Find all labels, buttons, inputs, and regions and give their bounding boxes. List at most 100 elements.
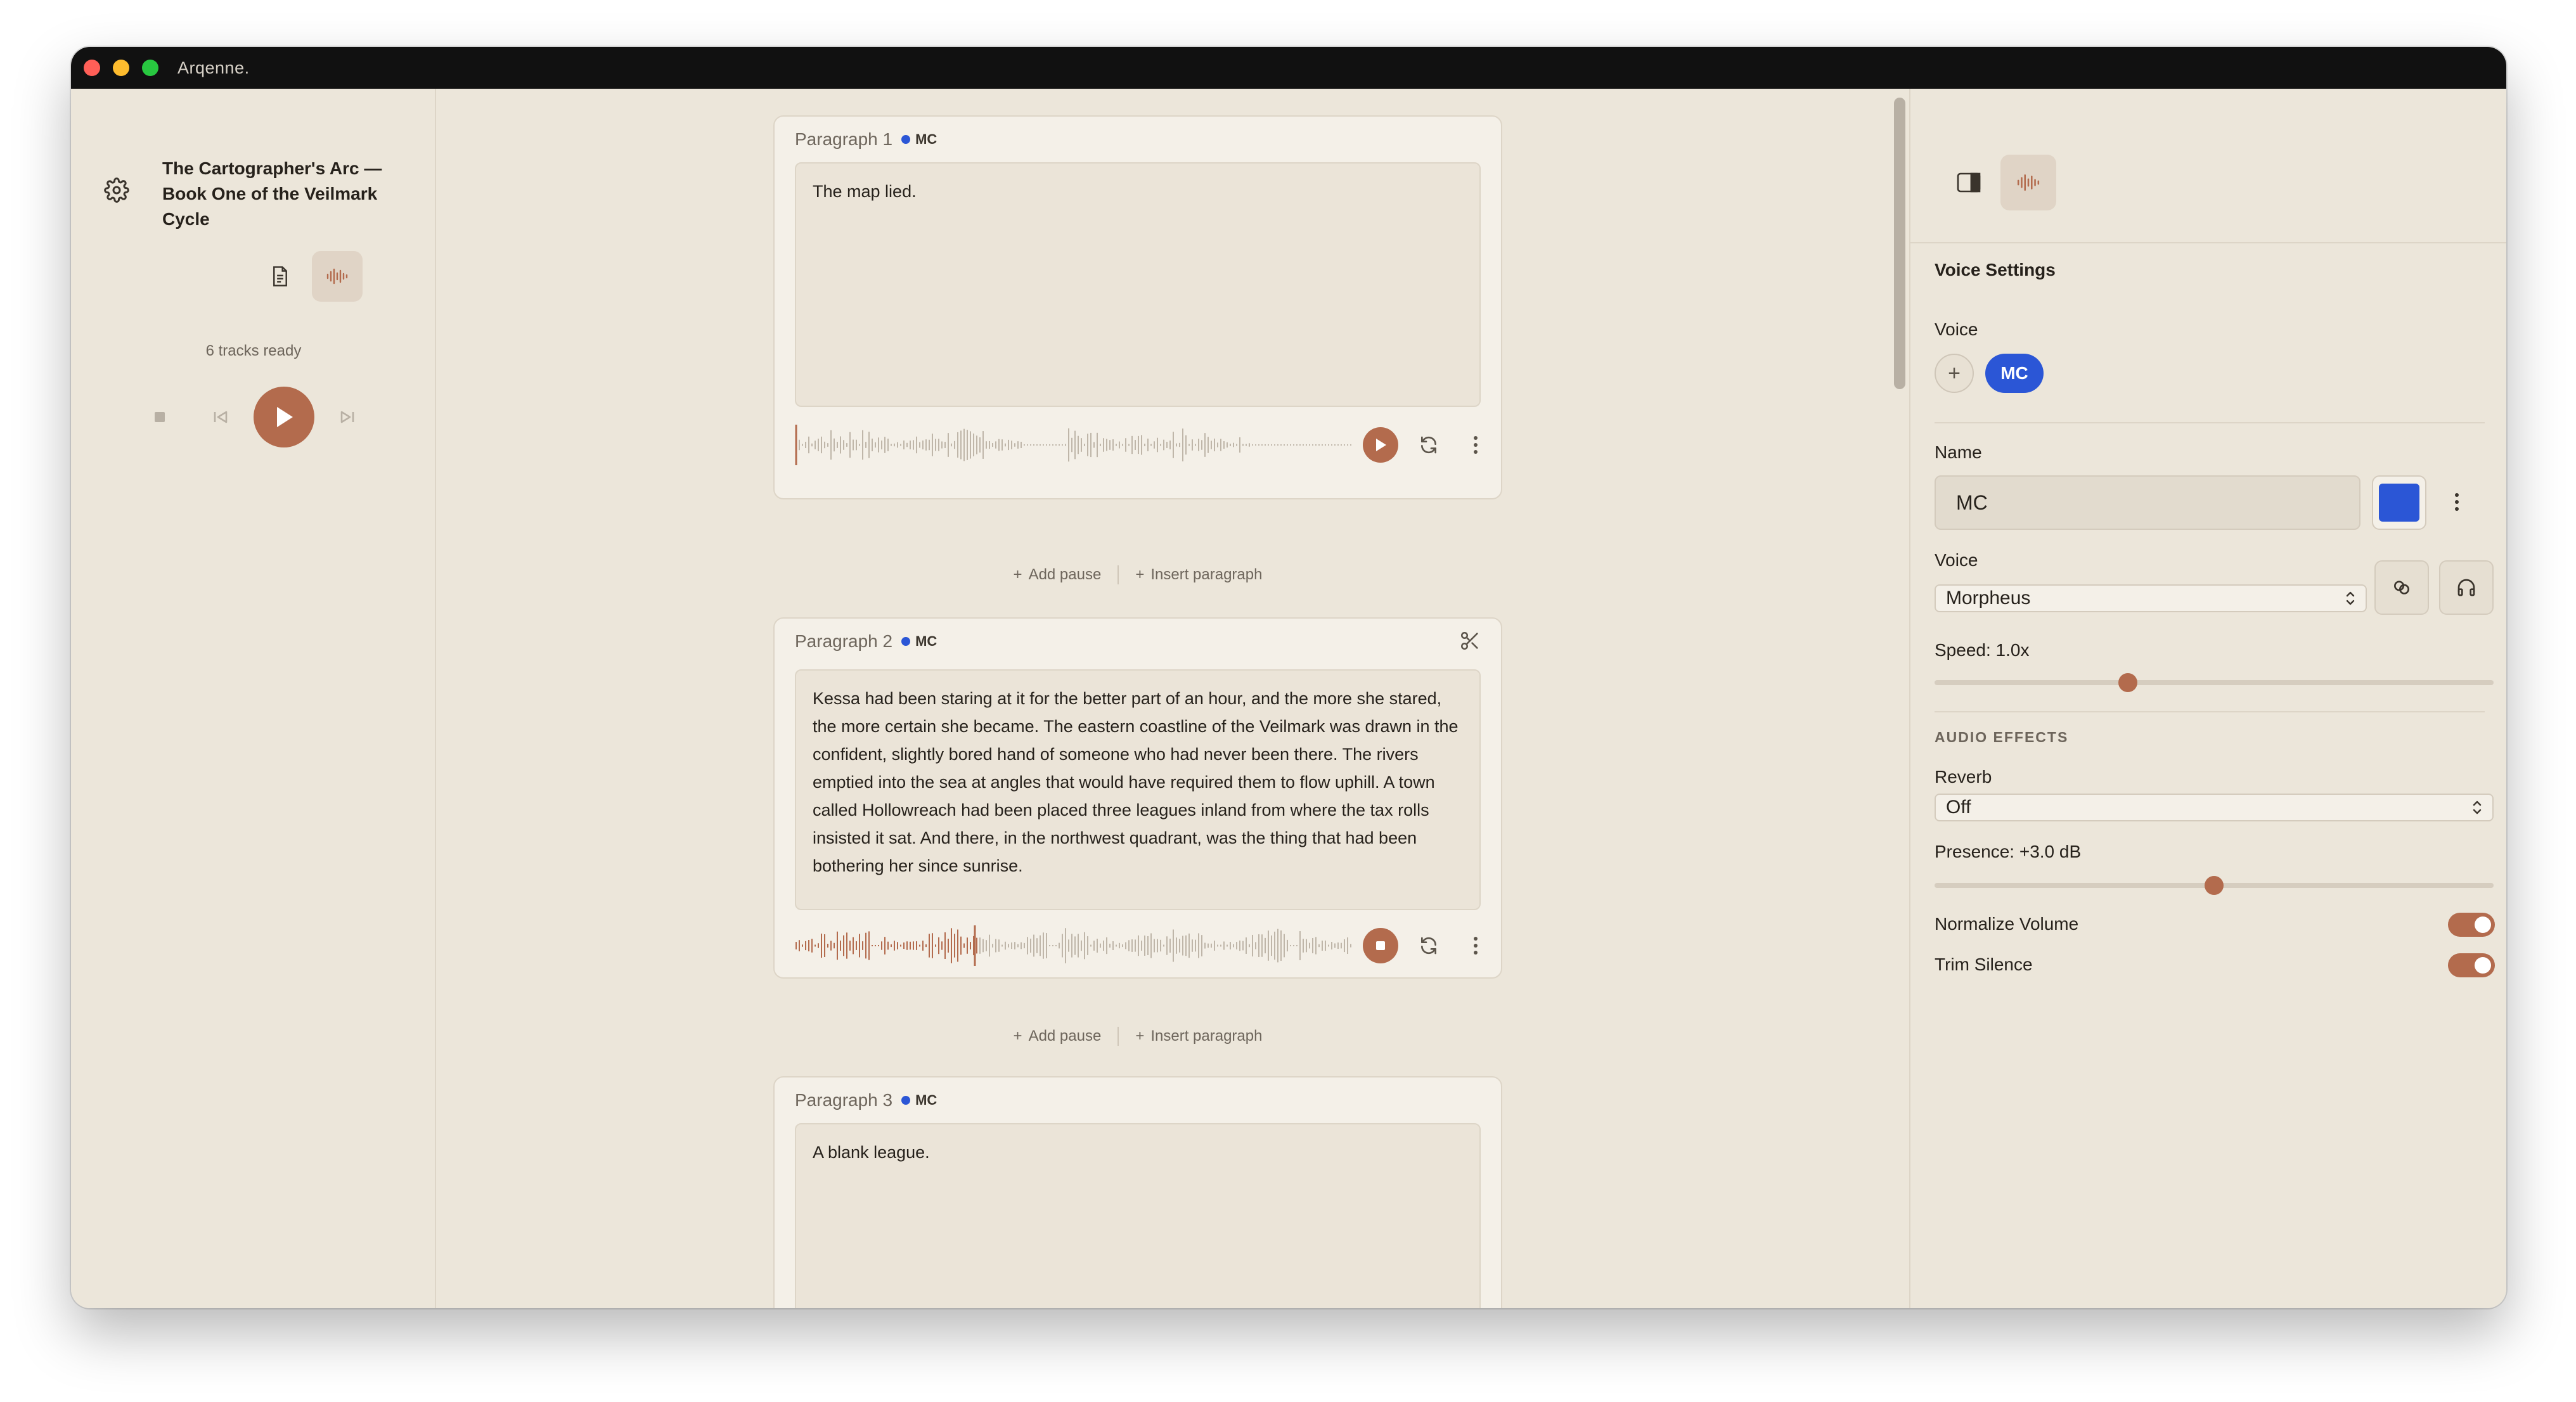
voice-model-value: Morpheus	[1946, 588, 2031, 608]
stop-button[interactable]	[129, 387, 190, 447]
stop-paragraph-button[interactable]	[1363, 928, 1398, 963]
normalize-label: Normalize Volume	[1935, 914, 2079, 934]
waveform[interactable]	[795, 925, 1353, 966]
divider	[1117, 1027, 1119, 1046]
name-label: Name	[1935, 442, 1982, 462]
reverb-select[interactable]: Off	[1935, 794, 2494, 821]
voice-tag-label: MC	[915, 1092, 937, 1108]
add-pause-button[interactable]: + Add pause	[1014, 566, 1102, 584]
add-pause-label: Add pause	[1028, 566, 1102, 583]
paragraph-header: Paragraph 1 MC	[795, 129, 937, 150]
regenerate-button[interactable]	[1412, 929, 1445, 962]
play-icon	[1376, 439, 1386, 451]
between-paragraph-actions: + Add pause + Insert paragraph	[773, 1027, 1502, 1046]
skip-back-icon	[214, 411, 228, 423]
regenerate-button[interactable]	[1412, 428, 1445, 461]
stop-icon	[155, 412, 165, 422]
document-view-button[interactable]	[255, 251, 306, 302]
tracks-status: 6 tracks ready	[205, 342, 302, 359]
document-icon	[273, 266, 287, 286]
paragraph-text[interactable]: The map lied.	[795, 162, 1481, 407]
previous-track-button[interactable]	[190, 387, 251, 447]
window-controls	[84, 60, 158, 76]
scrollbar-thumb[interactable]	[1894, 98, 1905, 389]
split-paragraph-button[interactable]	[1459, 630, 1481, 655]
more-options-button[interactable]	[1459, 929, 1492, 962]
waveform-icon	[326, 268, 348, 285]
reverb-value: Off	[1946, 797, 1971, 818]
next-track-button[interactable]	[317, 387, 378, 447]
voice-tag-label: MC	[915, 131, 937, 147]
paragraph-label: Paragraph 3	[795, 1090, 893, 1110]
slider-thumb[interactable]	[2205, 876, 2224, 895]
plus-icon: +	[1135, 566, 1145, 583]
voice-settings-panel: Voice Settings Voice + MC Name Voice Mor…	[1909, 89, 2506, 1308]
voice-panel-button[interactable]	[2000, 155, 2056, 210]
divider	[1117, 565, 1119, 584]
slider-thumb[interactable]	[2118, 673, 2137, 692]
play-paragraph-button[interactable]	[1363, 427, 1398, 463]
skip-forward-icon	[340, 411, 354, 423]
add-pause-button[interactable]: + Add pause	[1014, 1027, 1102, 1045]
voice-name-input[interactable]	[1935, 475, 2360, 530]
stop-icon	[1376, 941, 1385, 950]
editor-scrollbar[interactable]	[1889, 89, 1909, 1308]
settings-gear-icon[interactable]	[104, 177, 129, 203]
maximize-window-button[interactable]	[142, 60, 158, 76]
voice-label: Voice	[1935, 319, 1978, 339]
voice-tag[interactable]: MC	[901, 1092, 937, 1109]
between-paragraph-actions: + Add pause + Insert paragraph	[773, 565, 1502, 584]
insert-paragraph-button[interactable]: + Insert paragraph	[1135, 566, 1262, 584]
toggle-panel-button[interactable]	[1941, 155, 1997, 210]
preview-voice-button[interactable]	[2439, 560, 2494, 615]
app-window: Arqenne. The Cartographer's Arc — Book O…	[71, 47, 2506, 1308]
add-voice-button[interactable]: +	[1935, 354, 1974, 393]
panel-toolbar	[1910, 89, 2506, 243]
paragraph-header: Paragraph 3 MC	[795, 1090, 937, 1110]
app-title: Arqenne.	[177, 58, 250, 77]
paragraph-header: Paragraph 2 MC	[795, 631, 937, 652]
voice-color-dot	[901, 637, 911, 646]
audio-row	[795, 925, 1481, 966]
voice-chip-mc[interactable]: MC	[1985, 354, 2044, 393]
waveform-icon	[2017, 174, 2040, 191]
trim-silence-toggle[interactable]	[2448, 953, 2495, 977]
voice-tag[interactable]: MC	[901, 633, 937, 650]
waveform[interactable]	[795, 425, 1353, 465]
sidebar-panel-icon	[1957, 172, 1981, 193]
paragraph-card: Paragraph 3 MC A blank league.	[773, 1076, 1502, 1308]
presence-label: Presence: +3.0 dB	[1935, 842, 2082, 861]
reverb-label: Reverb	[1935, 767, 1992, 787]
voice-more-options-button[interactable]	[2438, 483, 2476, 521]
close-window-button[interactable]	[84, 60, 100, 76]
insert-paragraph-button[interactable]: + Insert paragraph	[1135, 1027, 1262, 1045]
paragraph-text[interactable]: Kessa had been staring at it for the bet…	[795, 669, 1481, 910]
paragraph-label: Paragraph 1	[795, 129, 893, 149]
voice-model-label: Voice	[1935, 550, 1978, 570]
voice-color-dot	[901, 135, 911, 144]
refresh-icon	[1421, 937, 1436, 955]
play-all-button[interactable]	[254, 387, 314, 447]
voice-color-dot	[901, 1096, 911, 1105]
more-options-button[interactable]	[1459, 428, 1492, 461]
headphones-icon	[2457, 579, 2475, 596]
normalize-volume-toggle[interactable]	[2448, 913, 2495, 937]
more-vertical-icon	[2455, 493, 2459, 511]
voice-tag[interactable]: MC	[901, 131, 937, 148]
voice-color-picker[interactable]	[2372, 475, 2426, 530]
paragraph-text[interactable]: A blank league.	[795, 1123, 1481, 1308]
presence-slider[interactable]	[1935, 876, 2494, 895]
speed-slider[interactable]	[1935, 673, 2494, 692]
title-bar: Arqenne.	[71, 47, 2506, 89]
plus-icon: +	[1013, 1027, 1022, 1045]
more-vertical-icon	[1474, 937, 1478, 955]
more-vertical-icon	[1474, 436, 1478, 454]
audio-controls	[1363, 427, 1492, 463]
color-swatch-fill	[2379, 484, 2419, 522]
voice-clone-button[interactable]	[2374, 560, 2429, 615]
transport-controls	[71, 387, 436, 447]
voice-model-select[interactable]: Morpheus	[1935, 584, 2367, 612]
paragraph-editor: Paragraph 1 MC The map lied. + Add pause…	[437, 89, 1889, 1308]
minimize-window-button[interactable]	[113, 60, 129, 76]
waveform-view-button[interactable]	[312, 251, 363, 302]
